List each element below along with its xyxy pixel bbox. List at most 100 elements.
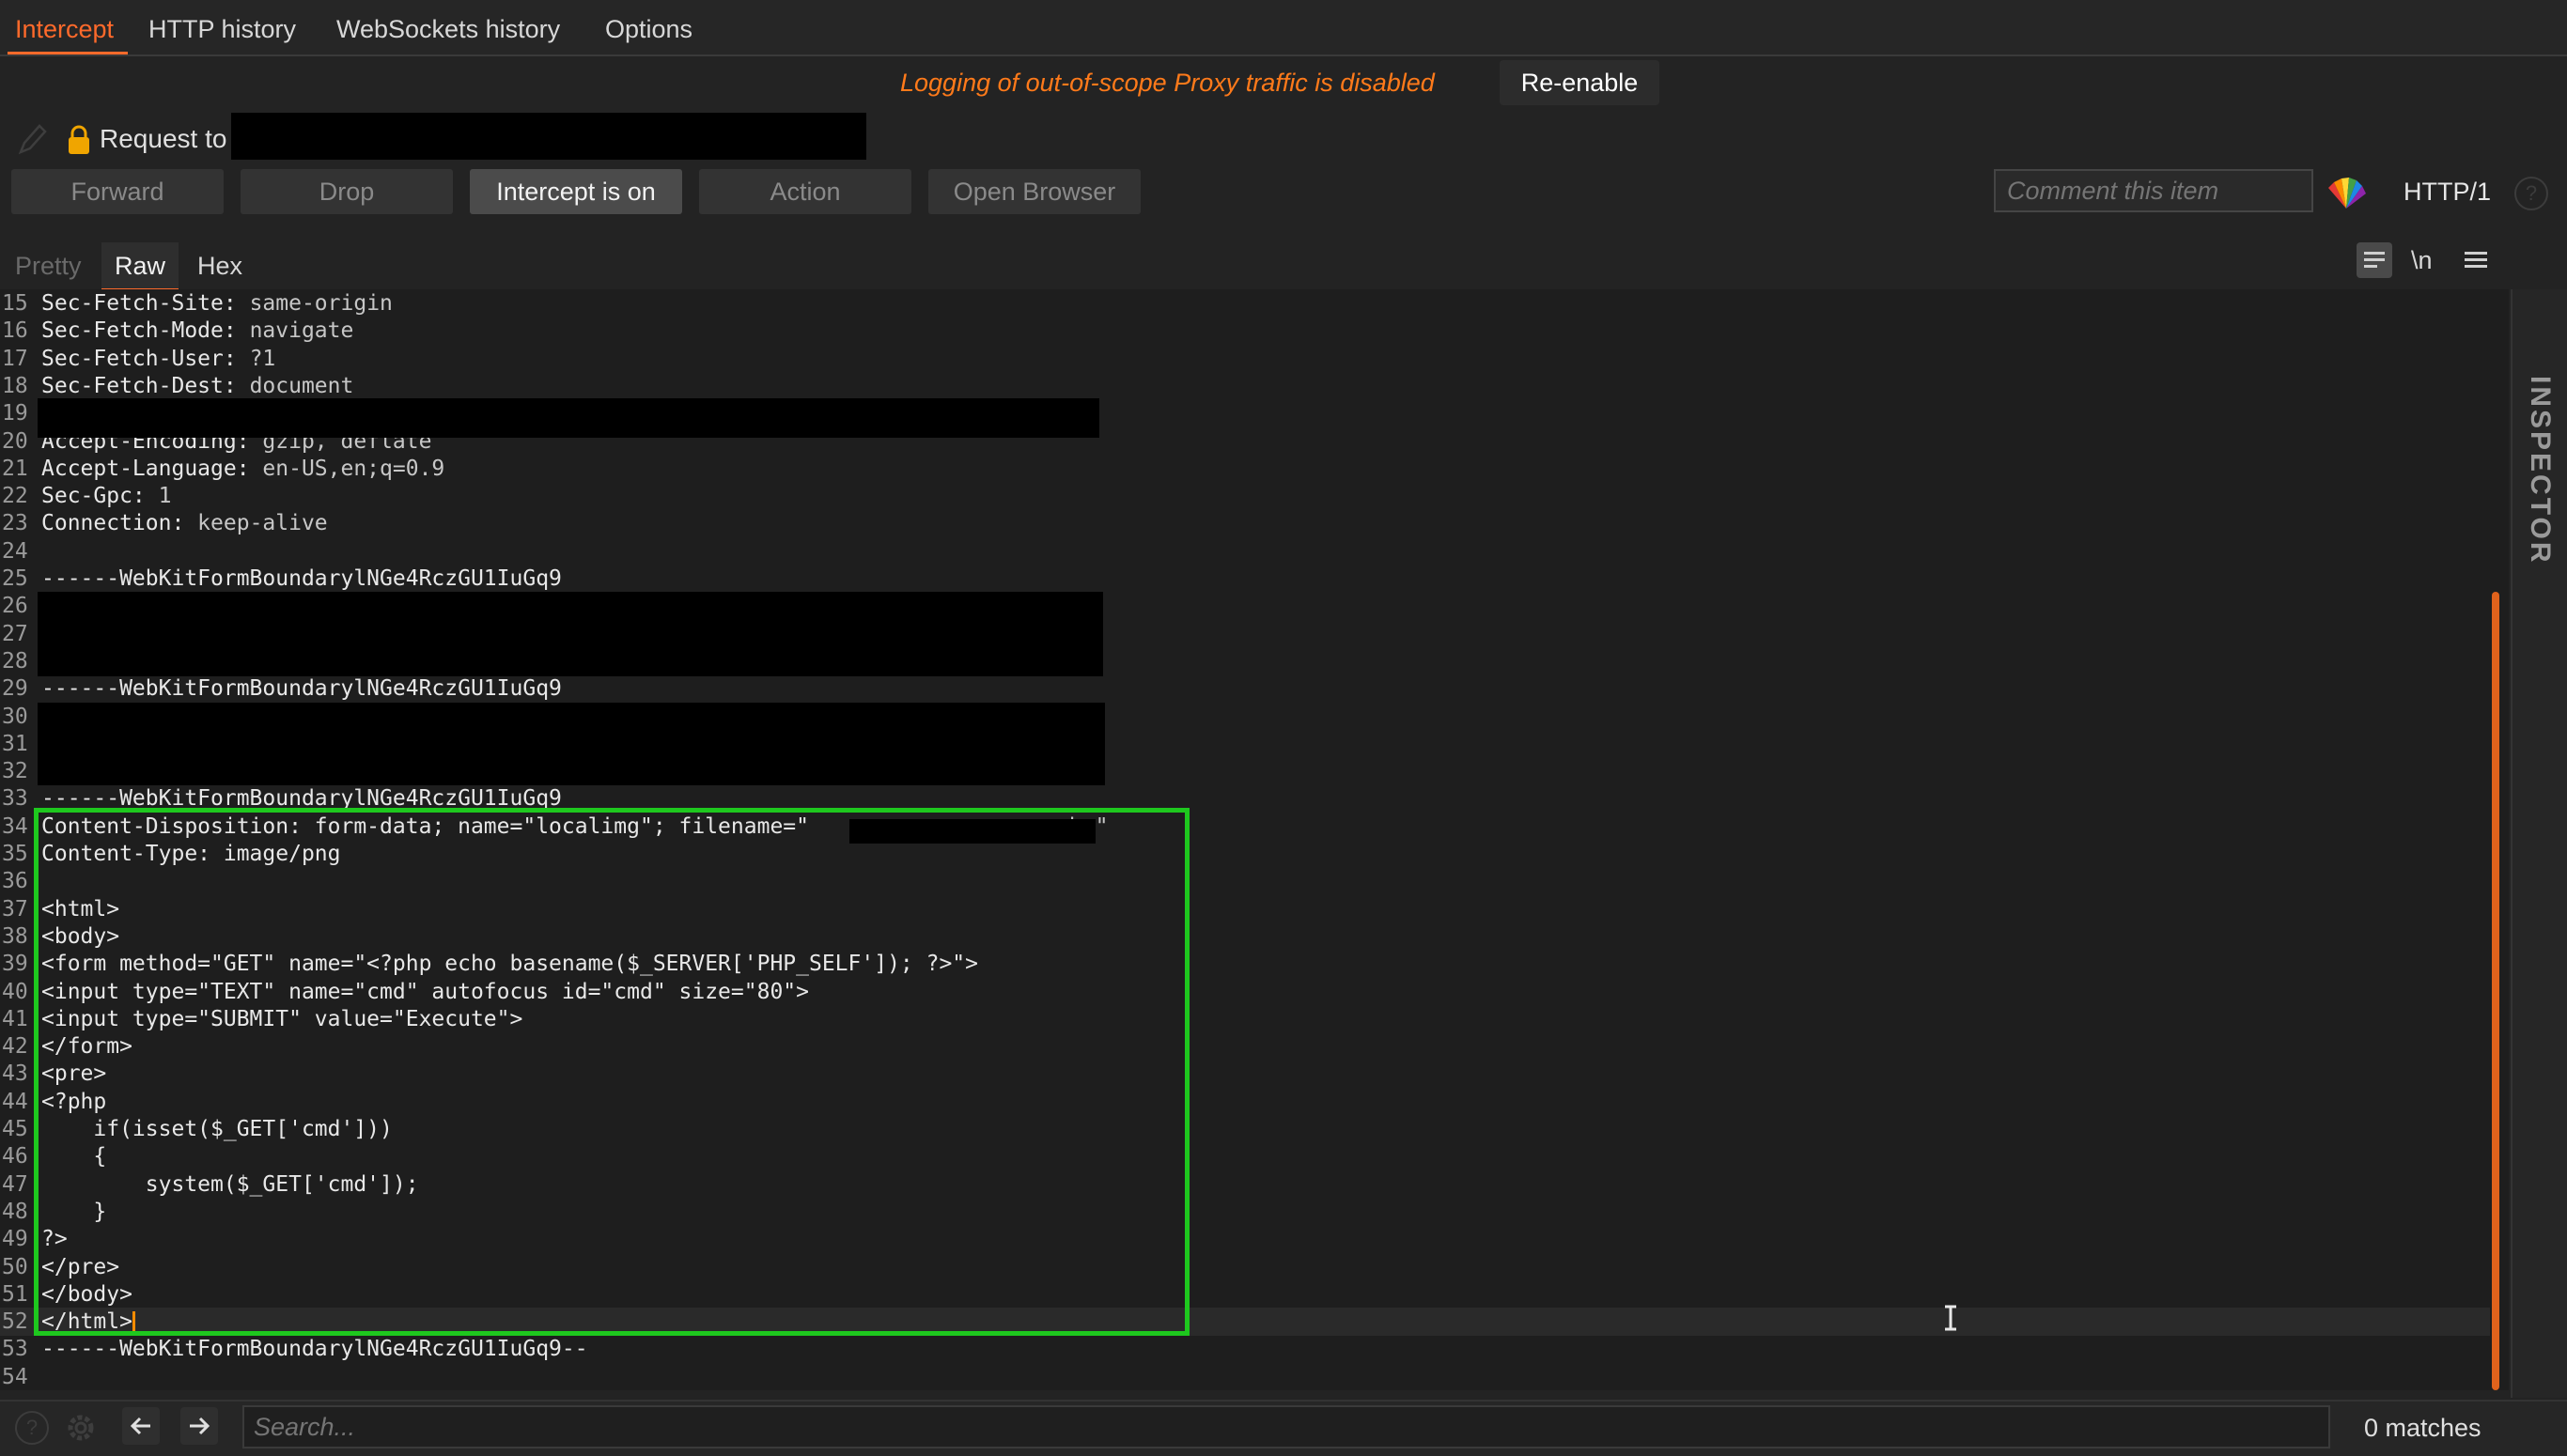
line-number: 29 bbox=[2, 676, 28, 701]
redacted-form-part-1 bbox=[38, 592, 1103, 676]
line-number: 17 bbox=[2, 347, 28, 371]
match-count: 0 matches bbox=[2364, 1414, 2481, 1442]
line-number: 37 bbox=[2, 897, 28, 922]
code-text: Sec-Fetch-User: bbox=[41, 347, 237, 371]
word-wrap-icon[interactable] bbox=[2357, 242, 2392, 278]
line-code: ------WebKitFormBoundarylNGe4RczGU1IuGq9… bbox=[41, 1335, 588, 1363]
line-code: Sec-Gpc: 1 bbox=[41, 482, 171, 510]
editor-line[interactable]: 29 ------WebKitFormBoundarylNGe4RczGU1IuG… bbox=[0, 674, 2499, 703]
http-version-selector[interactable]: HTTP/1 bbox=[2404, 173, 2491, 210]
search-input[interactable] bbox=[242, 1405, 2330, 1448]
line-number: 28 bbox=[2, 649, 28, 674]
editor-scrollbar-thumb[interactable] bbox=[2492, 592, 2499, 1390]
tab-raw[interactable]: Raw bbox=[101, 242, 179, 291]
comment-input[interactable] bbox=[1994, 169, 2313, 212]
drop-button[interactable]: Drop bbox=[241, 169, 453, 214]
help-icon[interactable]: ? bbox=[2514, 177, 2548, 210]
line-code: Sec-Fetch-Mode: navigate bbox=[41, 317, 353, 345]
code-value: document bbox=[236, 374, 354, 398]
tab-http-history[interactable]: HTTP history bbox=[148, 0, 296, 54]
line-number: 15 bbox=[2, 291, 28, 316]
line-number: 47 bbox=[2, 1172, 28, 1197]
line-number: 50 bbox=[2, 1255, 28, 1279]
inspector-label[interactable]: INSPECTOR bbox=[2518, 376, 2556, 565]
line-number: 52 bbox=[2, 1309, 28, 1334]
code-text: ------WebKitFormBoundarylNGe4RczGU1IuGq9… bbox=[41, 1337, 588, 1361]
line-number: 46 bbox=[2, 1144, 28, 1169]
help-icon-bottom[interactable]: ? bbox=[15, 1411, 49, 1445]
tab-intercept[interactable]: Intercept bbox=[8, 0, 128, 54]
line-number: 32 bbox=[2, 759, 28, 783]
line-number: 31 bbox=[2, 732, 28, 756]
line-number: 27 bbox=[2, 622, 28, 646]
line-number: 44 bbox=[2, 1090, 28, 1114]
line-number: 45 bbox=[2, 1117, 28, 1141]
proxy-tabs-bar: Intercept HTTP history WebSockets histor… bbox=[0, 0, 2567, 56]
line-code: Sec-Fetch-Site: same-origin bbox=[41, 289, 393, 318]
editor-line[interactable]: 16 Sec-Fetch-Mode: navigate bbox=[0, 317, 2499, 345]
line-number: 54 bbox=[2, 1365, 28, 1389]
code-value: navigate bbox=[236, 318, 354, 343]
line-number: 42 bbox=[2, 1034, 28, 1059]
line-code: ------WebKitFormBoundarylNGe4RczGU1IuGq9 bbox=[41, 565, 562, 593]
intercept-toggle-button[interactable]: Intercept is on bbox=[470, 169, 682, 214]
action-button[interactable]: Action bbox=[699, 169, 911, 214]
tab-pretty[interactable]: Pretty bbox=[15, 242, 82, 291]
line-number: 51 bbox=[2, 1282, 28, 1307]
show-newlines-toggle[interactable]: \n bbox=[2411, 242, 2433, 278]
code-text: ------WebKitFormBoundarylNGe4RczGU1IuGq9 bbox=[41, 566, 562, 591]
redacted-line-19 bbox=[38, 398, 1099, 438]
code-text: Sec-Fetch-Mode: bbox=[41, 318, 237, 343]
editor-line[interactable]: 21 Accept-Language: en-US,en;q=0.9 bbox=[0, 455, 2499, 483]
menu-icon[interactable] bbox=[2462, 246, 2490, 274]
line-number: 35 bbox=[2, 842, 28, 866]
line-code: Connection: keep-alive bbox=[41, 509, 328, 537]
tab-hex[interactable]: Hex bbox=[197, 242, 242, 291]
line-number: 41 bbox=[2, 1007, 28, 1031]
line-number: 20 bbox=[2, 429, 28, 454]
code-value: same-origin bbox=[236, 291, 393, 316]
pencil-icon[interactable] bbox=[15, 120, 49, 158]
code-text: Sec-Gpc: bbox=[41, 484, 146, 508]
back-arrow-icon[interactable] bbox=[122, 1407, 160, 1445]
redacted-form-part-2 bbox=[38, 703, 1105, 785]
gear-icon[interactable] bbox=[62, 1409, 100, 1447]
request-to-label: Request to bbox=[100, 124, 227, 153]
editor-line[interactable]: 25 ------WebKitFormBoundarylNGe4RczGU1IuG… bbox=[0, 565, 2499, 593]
editor-line[interactable]: 17 Sec-Fetch-User: ?1 bbox=[0, 345, 2499, 373]
code-text: Sec-Fetch-Site: bbox=[41, 291, 237, 316]
line-code: Sec-Fetch-User: ?1 bbox=[41, 345, 275, 373]
open-browser-button[interactable]: Open Browser bbox=[928, 169, 1141, 214]
forward-button[interactable]: Forward bbox=[11, 169, 224, 214]
editor-line[interactable]: 24 bbox=[0, 537, 2499, 565]
redacted-request-target bbox=[231, 113, 866, 160]
tab-options[interactable]: Options bbox=[605, 0, 692, 54]
code-value: ?1 bbox=[236, 347, 276, 371]
code-value: en-US,en;q=0.9 bbox=[249, 457, 445, 481]
editor-line[interactable]: 22 Sec-Gpc: 1 bbox=[0, 482, 2499, 510]
highlight-color-icon[interactable] bbox=[2323, 175, 2370, 212]
line-code: ------WebKitFormBoundarylNGe4RczGU1IuGq9 bbox=[41, 674, 562, 703]
forward-arrow-icon[interactable] bbox=[180, 1407, 218, 1445]
editor-line[interactable]: 18 Sec-Fetch-Dest: document bbox=[0, 372, 2499, 400]
raw-request-editor[interactable]: 15 Sec-Fetch-Site: same-origin 16 Sec-Fetch… bbox=[0, 289, 2509, 1390]
out-of-scope-notice: Logging of out-of-scope Proxy traffic is… bbox=[900, 69, 1435, 97]
line-number: 53 bbox=[2, 1337, 28, 1361]
editor-line[interactable]: 54 bbox=[0, 1363, 2499, 1390]
line-number: 40 bbox=[2, 980, 28, 1004]
line-number: 48 bbox=[2, 1200, 28, 1224]
line-number: 16 bbox=[2, 318, 28, 343]
editor-line[interactable]: 53 ------WebKitFormBoundarylNGe4RczGU1IuG… bbox=[0, 1335, 2499, 1363]
code-text: Sec-Fetch-Dest: bbox=[41, 374, 237, 398]
line-code: Sec-Fetch-Dest: document bbox=[41, 372, 353, 400]
line-number: 30 bbox=[2, 705, 28, 729]
text-cursor-icon bbox=[1945, 1305, 1956, 1331]
highlighted-payload-box bbox=[34, 808, 1190, 1336]
line-number: 34 bbox=[2, 814, 28, 839]
line-number: 19 bbox=[2, 401, 28, 426]
code-text: Connection: bbox=[41, 511, 185, 535]
editor-line[interactable]: 15 Sec-Fetch-Site: same-origin bbox=[0, 289, 2499, 318]
editor-line[interactable]: 23 Connection: keep-alive bbox=[0, 509, 2499, 537]
tab-websockets-history[interactable]: WebSockets history bbox=[336, 0, 560, 54]
re-enable-button[interactable]: Re-enable bbox=[1500, 60, 1659, 105]
